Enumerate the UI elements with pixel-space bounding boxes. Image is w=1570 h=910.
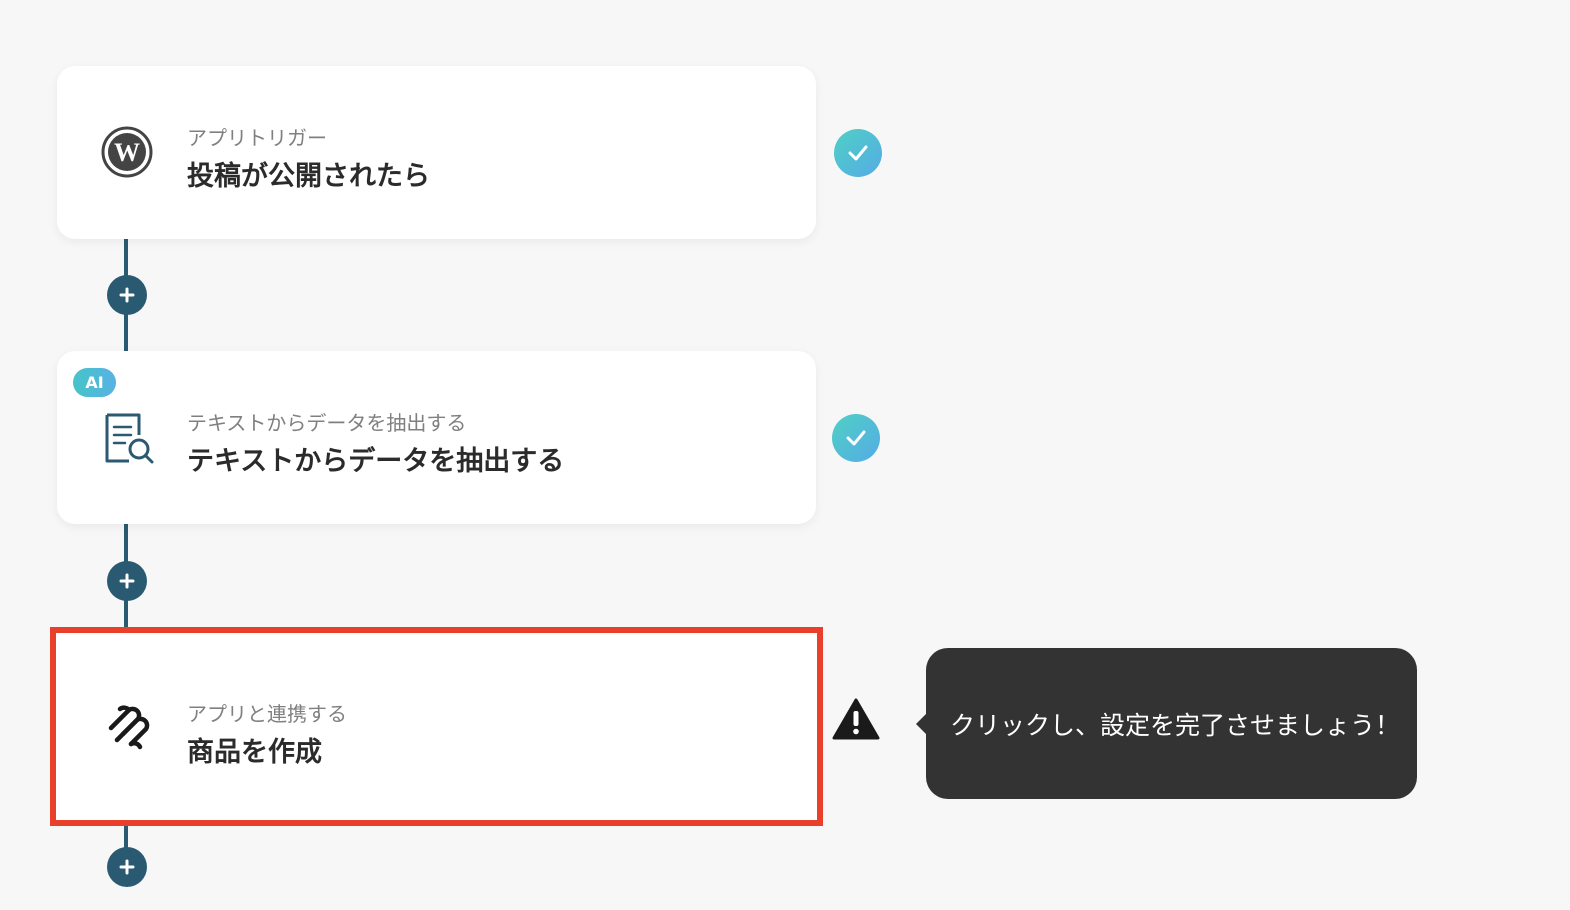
setup-hint-tooltip: クリックし、設定を完了させましょう！	[916, 648, 1417, 799]
step-complete-check-icon	[834, 129, 882, 177]
flow-step-card-ai-extract[interactable]: AI テキストからデータを抽出する テキストからデータを抽出する	[57, 351, 816, 524]
tooltip-arrow	[916, 713, 927, 735]
step-title: 商品を作成	[187, 737, 322, 768]
ai-badge: AI	[73, 368, 116, 397]
flow-step-card-create-product[interactable]: アプリと連携する 商品を作成	[50, 627, 823, 826]
document-search-icon	[99, 409, 155, 465]
plus-icon	[119, 859, 135, 875]
warning-icon	[832, 697, 880, 741]
squarespace-logo-icon	[102, 700, 158, 756]
add-step-button[interactable]	[107, 275, 147, 315]
tooltip-text: クリックし、設定を完了させましょう！	[950, 710, 1401, 740]
step-subtitle: アプリトリガー	[187, 126, 327, 150]
plus-icon	[119, 573, 135, 589]
flow-step-card-trigger[interactable]: W アプリトリガー 投稿が公開されたら	[57, 66, 816, 239]
wordpress-logo-icon: W	[99, 124, 155, 180]
add-step-button[interactable]	[107, 561, 147, 601]
svg-text:W: W	[114, 138, 140, 167]
add-step-button[interactable]	[107, 847, 147, 887]
plus-icon	[119, 287, 135, 303]
step-subtitle: アプリと連携する	[187, 702, 347, 726]
step-complete-check-icon	[832, 414, 880, 462]
step-title: 投稿が公開されたら	[187, 161, 430, 192]
step-title: テキストからデータを抽出する	[187, 446, 565, 477]
step-subtitle: テキストからデータを抽出する	[187, 411, 467, 435]
